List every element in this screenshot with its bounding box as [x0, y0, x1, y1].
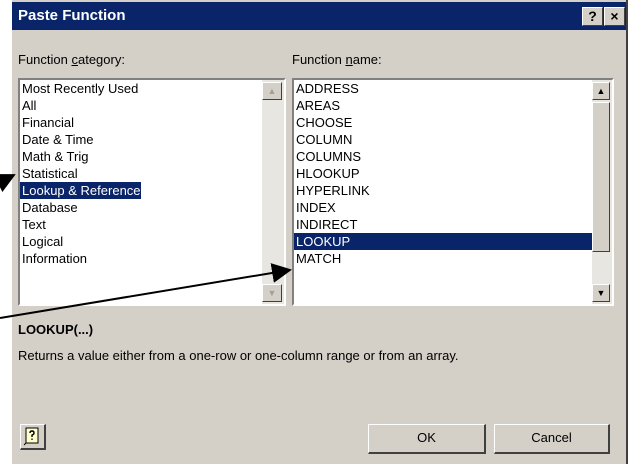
- function-item[interactable]: CHOOSE: [294, 114, 594, 131]
- cancel-button[interactable]: Cancel: [494, 424, 610, 454]
- office-assistant-help-icon: [23, 427, 39, 446]
- category-list: Most Recently Used All Financial Date & …: [20, 80, 141, 267]
- office-help-button[interactable]: [20, 424, 46, 450]
- title-bar[interactable]: Paste Function ? ×: [12, 2, 626, 30]
- help-button[interactable]: ?: [582, 7, 603, 26]
- function-name-label-accel: n: [345, 52, 353, 67]
- category-item[interactable]: Most Recently Used: [20, 80, 141, 97]
- category-label-prefix: Function: [18, 52, 72, 67]
- category-item[interactable]: Database: [20, 199, 141, 216]
- category-item[interactable]: Text: [20, 216, 141, 233]
- function-item[interactable]: ADDRESS: [294, 80, 594, 97]
- category-item[interactable]: Date & Time: [20, 131, 141, 148]
- function-scroll-up-button[interactable]: ▲: [592, 82, 610, 100]
- category-item[interactable]: Logical: [20, 233, 141, 250]
- function-name-listbox[interactable]: ADDRESS AREAS CHOOSE COLUMN COLUMNS HLOO…: [292, 78, 614, 306]
- function-item[interactable]: LOOKUP: [294, 233, 594, 250]
- function-scrollbar[interactable]: ▲ ▼: [592, 80, 612, 304]
- category-scroll-down-button[interactable]: ▼: [262, 284, 282, 302]
- function-signature: LOOKUP(...): [18, 322, 94, 337]
- function-name-label: Function name:: [292, 52, 382, 67]
- category-label: Function category:: [18, 52, 125, 67]
- paste-function-dialog: Paste Function ? × Function category: Fu…: [10, 0, 628, 464]
- category-item[interactable]: Math & Trig: [20, 148, 141, 165]
- category-label-suffix: ategory:: [77, 52, 125, 67]
- category-listbox[interactable]: Most Recently Used All Financial Date & …: [18, 78, 286, 306]
- function-item[interactable]: HYPERLINK: [294, 182, 594, 199]
- ok-button[interactable]: OK: [368, 424, 486, 454]
- function-description: Returns a value either from a one-row or…: [18, 348, 459, 363]
- function-item[interactable]: MATCH: [294, 250, 594, 267]
- function-name-label-prefix: Function: [292, 52, 346, 67]
- function-item[interactable]: COLUMN: [294, 131, 594, 148]
- category-scroll-up-button[interactable]: ▲: [262, 82, 282, 100]
- function-item[interactable]: INDIRECT: [294, 216, 594, 233]
- category-item[interactable]: All: [20, 97, 141, 114]
- category-scrollbar[interactable]: ▲ ▼: [262, 80, 284, 304]
- function-item[interactable]: INDEX: [294, 199, 594, 216]
- function-scroll-down-button[interactable]: ▼: [592, 284, 610, 302]
- close-button[interactable]: ×: [604, 7, 625, 26]
- window-title: Paste Function: [18, 7, 126, 24]
- category-item[interactable]: Lookup & Reference: [20, 182, 141, 199]
- function-item[interactable]: COLUMNS: [294, 148, 594, 165]
- function-list: ADDRESS AREAS CHOOSE COLUMN COLUMNS HLOO…: [294, 80, 594, 267]
- category-item[interactable]: Financial: [20, 114, 141, 131]
- function-name-label-suffix: ame:: [352, 52, 382, 67]
- function-item[interactable]: HLOOKUP: [294, 165, 594, 182]
- category-item[interactable]: Information: [20, 250, 141, 267]
- category-item[interactable]: Statistical: [20, 165, 141, 182]
- function-item[interactable]: AREAS: [294, 97, 594, 114]
- function-scroll-thumb[interactable]: [592, 102, 610, 252]
